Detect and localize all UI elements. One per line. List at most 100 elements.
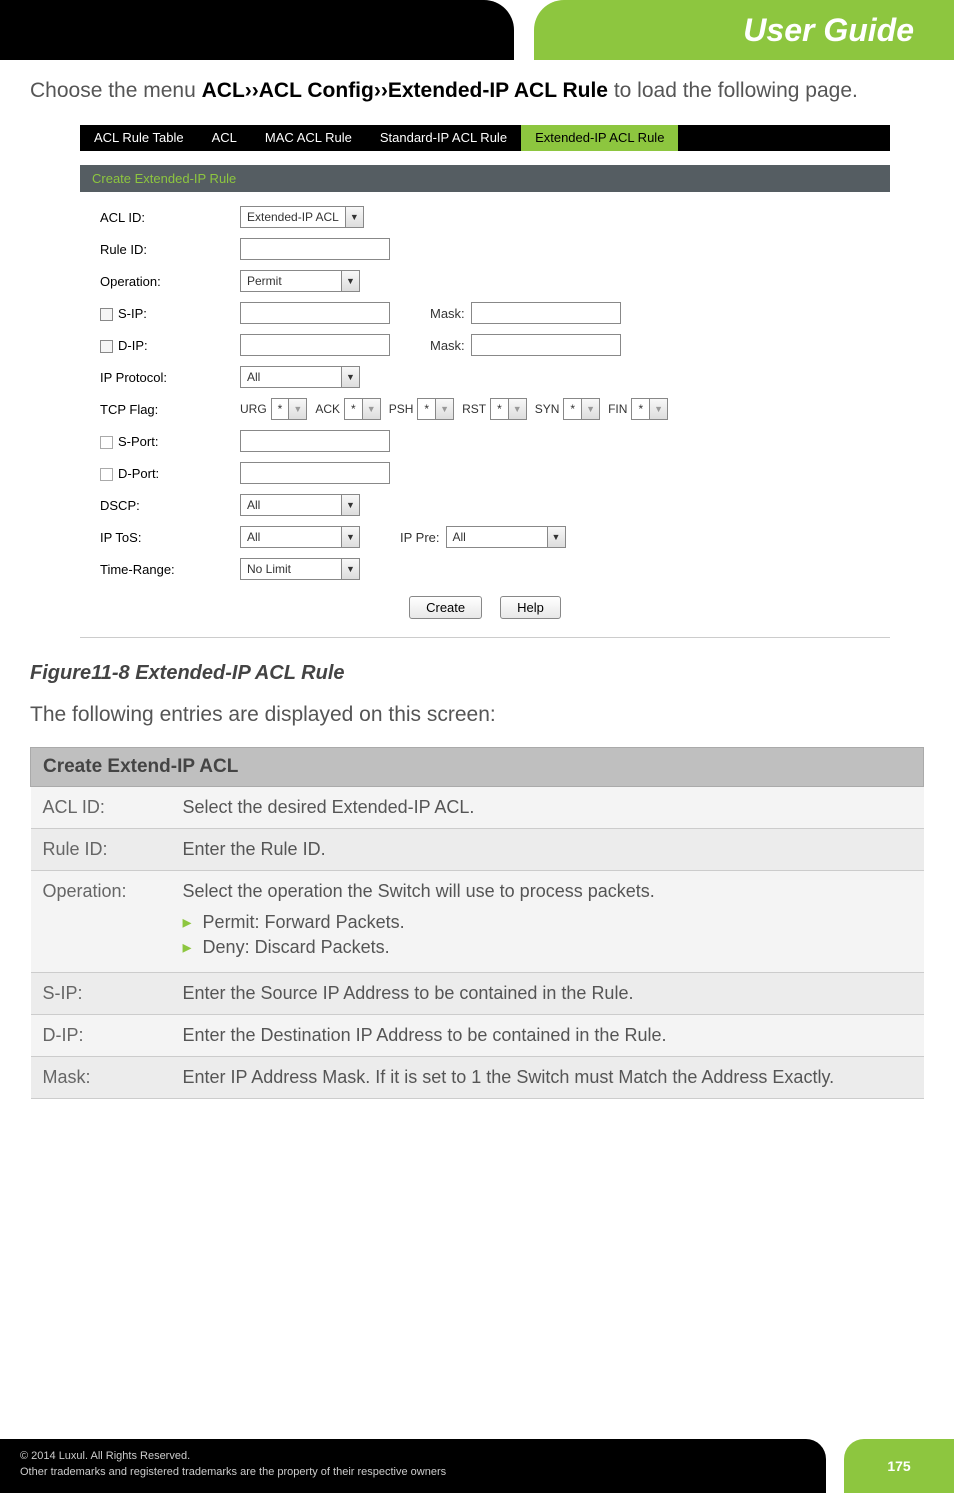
- operation-label: Operation:: [100, 274, 240, 289]
- ippre-select[interactable]: All ▼: [446, 526, 566, 548]
- dip-checkbox[interactable]: [100, 340, 113, 353]
- dport-input[interactable]: [240, 462, 390, 484]
- tab-mac-acl-rule[interactable]: MAC ACL Rule: [251, 125, 366, 151]
- intro-text: Choose the menu ACL››ACL Config››Extende…: [30, 76, 924, 105]
- guide-title: User Guide: [743, 12, 914, 49]
- chevron-down-icon: ▼: [341, 495, 359, 515]
- row-desc: Select the desired Extended-IP ACL.: [171, 787, 924, 829]
- chevron-down-icon: ▼: [341, 527, 359, 547]
- chevron-down-icon: ▼: [341, 271, 359, 291]
- time-range-label: Time-Range:: [100, 562, 240, 577]
- dport-checkbox[interactable]: [100, 468, 113, 481]
- flag-ack-select[interactable]: *▼: [344, 398, 381, 420]
- sport-checkbox[interactable]: [100, 436, 113, 449]
- sip-checkbox[interactable]: [100, 308, 113, 321]
- chevron-down-icon: ▼: [508, 399, 526, 419]
- flag-ack-label: ACK: [315, 402, 340, 416]
- row-label: Rule ID:: [31, 829, 171, 871]
- chevron-down-icon: ▼: [345, 207, 363, 227]
- ip-protocol-select[interactable]: All ▼: [240, 366, 360, 388]
- header-green-bar: User Guide: [534, 0, 954, 60]
- bullet-item: Deny: Discard Packets.: [183, 937, 912, 958]
- flag-rst-select[interactable]: *▼: [490, 398, 527, 420]
- table-row: Operation: Select the operation the Swit…: [31, 871, 924, 973]
- acl-id-select[interactable]: Extended-IP ACL ▼: [240, 206, 364, 228]
- flag-syn-select[interactable]: *▼: [563, 398, 600, 420]
- rule-id-input[interactable]: [240, 238, 390, 260]
- table-row: S-IP: Enter the Source IP Address to be …: [31, 973, 924, 1015]
- sip-mask-input[interactable]: [471, 302, 621, 324]
- row-desc: Enter the Source IP Address to be contai…: [171, 973, 924, 1015]
- rule-id-label: Rule ID:: [100, 242, 240, 257]
- dip-mask-input[interactable]: [471, 334, 621, 356]
- row-label: Mask:: [31, 1057, 171, 1099]
- flag-fin-select[interactable]: *▼: [631, 398, 668, 420]
- dip-mask-label: Mask:: [430, 338, 465, 353]
- table-row: Mask: Enter IP Address Mask. If it is se…: [31, 1057, 924, 1099]
- sip-mask-label: Mask:: [430, 306, 465, 321]
- row-label: ACL ID:: [31, 787, 171, 829]
- menu-path: ACL››ACL Config››Extended-IP ACL Rule: [202, 79, 608, 102]
- help-button[interactable]: Help: [500, 596, 561, 619]
- iptos-select[interactable]: All ▼: [240, 526, 360, 548]
- row-label: S-IP:: [31, 973, 171, 1015]
- acl-id-label: ACL ID:: [100, 210, 240, 225]
- tcp-flag-label: TCP Flag:: [100, 402, 240, 417]
- row-desc: Select the operation the Switch will use…: [171, 871, 924, 973]
- section-header: Create Extended-IP Rule: [80, 165, 890, 192]
- chevron-down-icon: ▼: [341, 367, 359, 387]
- sip-input[interactable]: [240, 302, 390, 324]
- row-desc: Enter IP Address Mask. If it is set to 1…: [171, 1057, 924, 1099]
- row-desc: Enter the Rule ID.: [171, 829, 924, 871]
- iptos-label: IP ToS:: [100, 530, 240, 545]
- flag-syn-label: SYN: [535, 402, 560, 416]
- sport-input[interactable]: [240, 430, 390, 452]
- sip-label: S-IP:: [100, 306, 240, 321]
- page-header: User Guide: [0, 0, 954, 60]
- table-row: Rule ID: Enter the Rule ID.: [31, 829, 924, 871]
- row-desc: Enter the Destination IP Address to be c…: [171, 1015, 924, 1057]
- time-range-select[interactable]: No Limit ▼: [240, 558, 360, 580]
- flag-psh-label: PSH: [389, 402, 414, 416]
- tab-acl-rule-table[interactable]: ACL Rule Table: [80, 125, 198, 151]
- chevron-down-icon: ▼: [581, 399, 599, 419]
- page-number: 175: [844, 1439, 954, 1493]
- ip-protocol-label: IP Protocol:: [100, 370, 240, 385]
- row-label: Operation:: [31, 871, 171, 973]
- table-row: D-IP: Enter the Destination IP Address t…: [31, 1015, 924, 1057]
- acl-rule-screenshot: ACL Rule Table ACL MAC ACL Rule Standard…: [80, 125, 890, 638]
- flag-urg-select[interactable]: *▼: [271, 398, 308, 420]
- chevron-down-icon: ▼: [435, 399, 453, 419]
- tab-bar: ACL Rule Table ACL MAC ACL Rule Standard…: [80, 125, 890, 151]
- footer-text: © 2014 Luxul. All Rights Reserved. Other…: [0, 1439, 826, 1493]
- tab-standard-ip-acl-rule[interactable]: Standard-IP ACL Rule: [366, 125, 521, 151]
- description-text: The following entries are displayed on t…: [30, 703, 924, 727]
- chevron-down-icon: ▼: [649, 399, 667, 419]
- dport-label: D-Port:: [100, 466, 240, 481]
- figure-caption: Figure11-8 Extended-IP ACL Rule: [30, 662, 924, 685]
- dscp-select[interactable]: All ▼: [240, 494, 360, 516]
- tab-acl[interactable]: ACL: [198, 125, 251, 151]
- chevron-down-icon: ▼: [547, 527, 565, 547]
- flag-fin-label: FIN: [608, 402, 627, 416]
- tcp-flag-row: URG *▼ ACK *▼ PSH *▼ RST *▼ SYN *▼ FIN *…: [240, 398, 668, 420]
- info-table: Create Extend-IP ACL ACL ID: Select the …: [30, 747, 924, 1099]
- flag-rst-label: RST: [462, 402, 486, 416]
- form-area: ACL ID: Extended-IP ACL ▼ Rule ID: Opera…: [80, 192, 890, 623]
- row-label: D-IP:: [31, 1015, 171, 1057]
- chevron-down-icon: ▼: [362, 399, 380, 419]
- dip-input[interactable]: [240, 334, 390, 356]
- dscp-label: DSCP:: [100, 498, 240, 513]
- page-footer: © 2014 Luxul. All Rights Reserved. Other…: [0, 1439, 954, 1493]
- chevron-down-icon: ▼: [288, 399, 306, 419]
- operation-select[interactable]: Permit ▼: [240, 270, 360, 292]
- tab-extended-ip-acl-rule[interactable]: Extended-IP ACL Rule: [521, 125, 678, 151]
- sport-label: S-Port:: [100, 434, 240, 449]
- create-button[interactable]: Create: [409, 596, 482, 619]
- bullet-item: Permit: Forward Packets.: [183, 912, 912, 933]
- header-black-bar: [0, 0, 514, 60]
- flag-psh-select[interactable]: *▼: [417, 398, 454, 420]
- chevron-down-icon: ▼: [341, 559, 359, 579]
- table-header: Create Extend-IP ACL: [31, 748, 924, 787]
- table-row: ACL ID: Select the desired Extended-IP A…: [31, 787, 924, 829]
